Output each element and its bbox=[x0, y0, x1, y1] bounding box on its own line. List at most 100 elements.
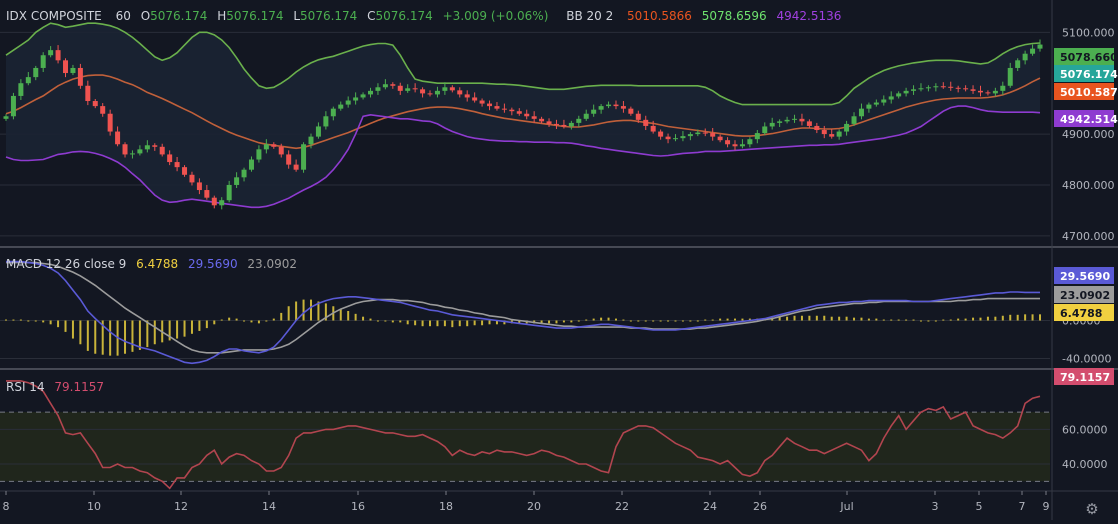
macd-hist-bar bbox=[719, 318, 722, 321]
macd-hist-bar bbox=[183, 320, 186, 337]
ohlc-high-label: H bbox=[217, 9, 227, 23]
candle-body bbox=[3, 116, 9, 119]
time-tick-label: 5 bbox=[976, 500, 983, 513]
ohlc-close: C5076.174 bbox=[367, 9, 433, 23]
time-tick-label: 20 bbox=[527, 500, 541, 513]
macd-hist-bar bbox=[488, 320, 491, 325]
candle-body bbox=[687, 134, 693, 137]
candle-body bbox=[323, 116, 329, 127]
macd-hist-bar bbox=[830, 316, 833, 321]
macd-hist-bar bbox=[882, 319, 885, 321]
macd-hist-bar bbox=[949, 319, 952, 321]
candle-body bbox=[368, 90, 374, 95]
candle-body bbox=[85, 85, 91, 102]
candle-body bbox=[784, 119, 790, 122]
time-tick-label: 26 bbox=[753, 500, 767, 513]
candle-body bbox=[92, 101, 98, 107]
candle-body bbox=[918, 88, 924, 90]
candle-body bbox=[836, 131, 842, 137]
macd-hist-bar bbox=[436, 320, 439, 327]
candle-body bbox=[256, 149, 262, 160]
macd-line-value: 29.5690 bbox=[187, 257, 238, 271]
rsi-header: RSI 14 79.1157 bbox=[6, 380, 110, 394]
macd-hist-bar bbox=[272, 318, 275, 321]
ohlc-open-value: 5076.174 bbox=[150, 9, 208, 23]
macd-hist-bar bbox=[845, 316, 848, 321]
candle-body bbox=[717, 136, 723, 141]
macd-hist-bar bbox=[42, 320, 45, 323]
candle-body bbox=[405, 88, 411, 91]
candle-body bbox=[152, 145, 158, 147]
candle-body bbox=[747, 139, 753, 145]
candle-body bbox=[576, 118, 582, 123]
macd-hist-bar bbox=[555, 320, 558, 324]
candle-body bbox=[858, 108, 864, 117]
macd-badge-label: 6.4788 bbox=[1060, 307, 1102, 320]
candle-body bbox=[873, 102, 879, 105]
candle-body bbox=[501, 108, 507, 110]
candle-body bbox=[739, 144, 745, 147]
price-tick-label: 4900.000 bbox=[1062, 128, 1115, 141]
macd-hist-bar bbox=[481, 320, 484, 326]
macd-hist-bar bbox=[176, 320, 179, 339]
macd-hist-bar bbox=[384, 320, 387, 322]
macd-hist-bar bbox=[704, 319, 707, 321]
macd-hist-bar bbox=[391, 320, 394, 323]
macd-hist-bar bbox=[741, 318, 744, 321]
macd-signal-value: 23.0902 bbox=[247, 257, 298, 271]
candle-body bbox=[977, 90, 983, 93]
candle-body bbox=[464, 94, 470, 98]
bb-basis-value: 5010.5866 bbox=[627, 9, 692, 23]
time-tick-label: Jul bbox=[839, 500, 853, 513]
symbol-label: IDX COMPOSITE bbox=[6, 9, 102, 23]
macd-hist-bar bbox=[786, 316, 789, 321]
macd-tick-label: -40.0000 bbox=[1062, 353, 1111, 366]
macd-hist-bar bbox=[339, 309, 342, 321]
macd-hist-bar bbox=[644, 320, 647, 322]
macd-hist-bar bbox=[473, 320, 476, 326]
candle-body bbox=[211, 197, 217, 206]
candle-body bbox=[1030, 48, 1036, 54]
settings-gear-icon[interactable]: ⚙ bbox=[1084, 501, 1100, 517]
time-tick-label: 9 bbox=[1043, 500, 1050, 513]
candle-body bbox=[553, 123, 559, 125]
macd-badge-label: 23.0902 bbox=[1060, 289, 1110, 302]
time-tick-label: 10 bbox=[87, 500, 101, 513]
candle-body bbox=[561, 124, 567, 127]
candle-body bbox=[107, 113, 113, 132]
candle-body bbox=[271, 144, 277, 147]
price-tick-label: 4800.000 bbox=[1062, 179, 1115, 192]
candle-body bbox=[390, 84, 396, 86]
ohlc-close-label: C bbox=[367, 9, 376, 23]
macd-hist-bar bbox=[376, 320, 379, 322]
macd-hist-bar bbox=[27, 320, 30, 322]
candle-body bbox=[606, 104, 612, 107]
candle-body bbox=[806, 121, 812, 126]
macd-hist-bar bbox=[986, 316, 989, 321]
price-badge-label: 5010.587 bbox=[1060, 86, 1118, 99]
candle-body bbox=[449, 87, 455, 91]
macd-hist-bar bbox=[600, 317, 603, 321]
candle-body bbox=[25, 77, 31, 84]
macd-hist-bar bbox=[429, 320, 432, 327]
change-value: +3.009 (+0.06%) bbox=[442, 9, 549, 23]
macd-hist-bar bbox=[124, 320, 127, 354]
candle-body bbox=[301, 144, 307, 170]
macd-hist-bar bbox=[689, 320, 692, 322]
candle-body bbox=[643, 119, 649, 126]
candle-body bbox=[263, 144, 269, 150]
macd-badge-label: 29.5690 bbox=[1060, 270, 1110, 283]
time-tick-label: 14 bbox=[262, 500, 276, 513]
macd-hist-bar bbox=[421, 320, 424, 327]
macd-hist-bar bbox=[138, 320, 141, 350]
chart-root[interactable]: 5100.000 4900.000 4800.000 4700.000 5078.660… bbox=[0, 0, 1118, 520]
candle-body bbox=[18, 83, 24, 96]
macd-hist-bar bbox=[711, 319, 714, 321]
macd-hist-bar bbox=[347, 311, 350, 321]
candle-body bbox=[583, 113, 589, 119]
candle-body bbox=[769, 122, 775, 127]
time-tick-label: 18 bbox=[439, 500, 453, 513]
candle-body bbox=[524, 113, 530, 117]
candle-body bbox=[234, 177, 240, 185]
macd-hist-bar bbox=[354, 313, 357, 321]
